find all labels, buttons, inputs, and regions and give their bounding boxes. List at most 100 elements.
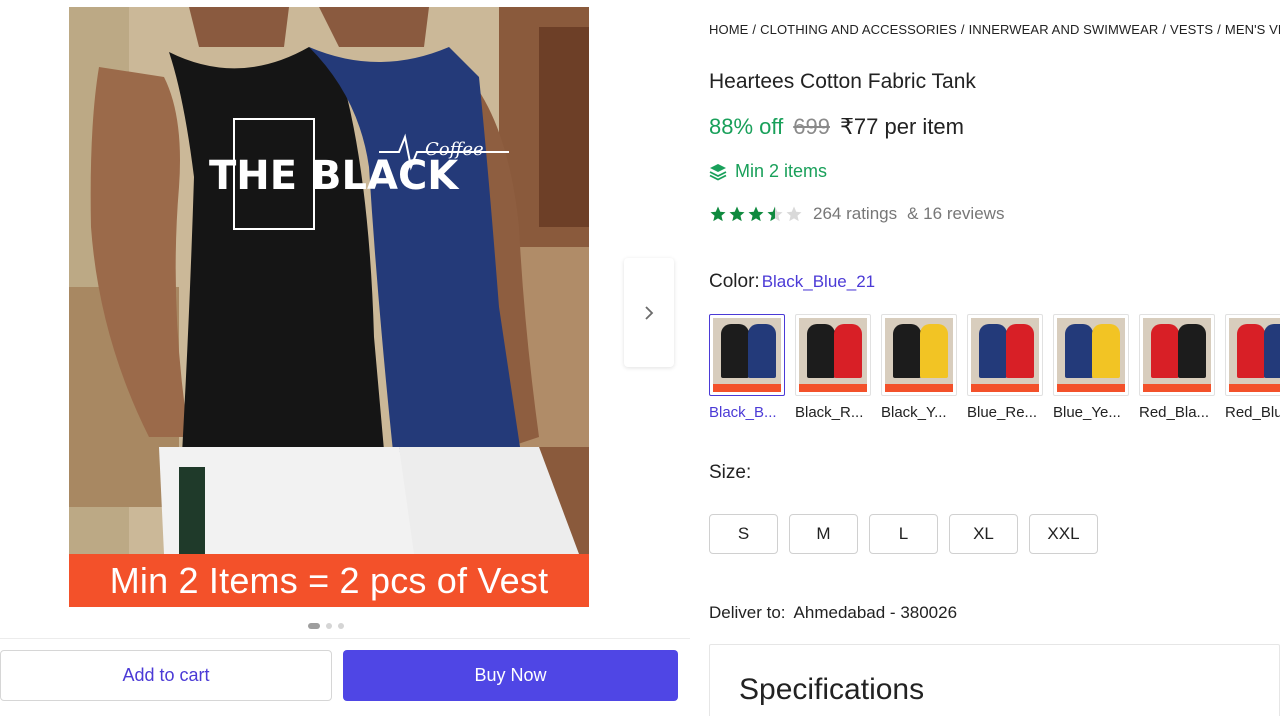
carousel-dot[interactable] [308,623,320,629]
color-label: Color: Black_Blue_21 [709,271,875,293]
color-swatch-label: Black_R... [795,404,864,421]
swatch-shirt-left [979,324,1007,378]
star-rating [709,205,803,223]
color-swatch[interactable]: Black_R... [795,314,871,421]
carousel-dot[interactable] [326,623,332,629]
product-image[interactable]: THE BLACK Coffee Min 2 Items = 2 pcs of … [69,7,589,607]
layers-icon [709,163,727,181]
color-swatch-label: Blue_Re... [967,404,1038,421]
color-swatch[interactable]: Black_Y... [881,314,957,421]
color-swatch-thumb [795,314,871,396]
swatch-shirt-right [1178,324,1206,378]
next-image-button[interactable] [624,258,674,367]
swatch-shirt-left [893,324,921,378]
star-empty-icon [786,206,802,222]
color-swatch-label: Red_Bla... [1139,404,1210,421]
size-label: Size: [709,462,752,483]
selected-color: Black_Blue_21 [761,272,876,291]
color-swatches: Black_B... Black_R... Black_Y... Blue_Re...… [709,314,1280,421]
chevron-right-icon [645,305,654,320]
size-option-button[interactable]: L [869,514,938,554]
sale-price: ₹77 per item [839,114,964,139]
size-option-button[interactable]: S [709,514,778,554]
swatch-banner-strip [713,384,781,392]
specifications-card: Specifications [709,644,1280,716]
color-swatch-image [713,318,781,392]
delivery-info[interactable]: Deliver to: Ahmedabad - 380026 [709,603,957,623]
color-swatch-label: Black_Y... [881,404,947,421]
color-swatch-image [1057,318,1125,392]
swatch-shirt-right [1264,324,1280,378]
size-option-button[interactable]: XXL [1029,514,1098,554]
product-photo: THE BLACK Coffee [69,7,589,607]
size-option-button[interactable]: M [789,514,858,554]
discount-label: 88% off [709,114,784,139]
swatch-banner-strip [1057,384,1125,392]
add-to-cart-button[interactable]: Add to cart [0,650,332,701]
rating-row[interactable]: 264 ratings & 16 reviews [709,204,1004,224]
color-swatch[interactable]: Red_Blu... [1225,314,1280,421]
breadcrumb-item[interactable]: CLOTHING AND ACCESSORIES [760,22,957,37]
color-swatch-image [971,318,1039,392]
swatch-banner-strip [1229,384,1280,392]
breadcrumb: HOME / CLOTHING AND ACCESSORIES / INNERWEAR … [709,22,1280,37]
ratings-count: 264 ratings [813,204,898,223]
color-swatch-thumb [1139,314,1215,396]
color-swatch-image [1143,318,1211,392]
specifications-title: Specifications [739,673,925,706]
delivery-location: Ahmedabad - 380026 [793,603,958,622]
star-half-icon [767,206,783,222]
color-swatch-thumb [709,314,785,396]
swatch-shirt-right [1006,324,1034,378]
swatch-shirt-right [834,324,862,378]
deliver-label: Deliver to: [709,603,786,622]
swatch-shirt-right [748,324,776,378]
star-full-icon [748,206,764,222]
color-swatch[interactable]: Red_Bla... [1139,314,1215,421]
price-row: 88% off 699 ₹77 per item [709,114,964,140]
color-swatch-label: Blue_Ye... [1053,404,1121,421]
swatch-shirt-right [920,324,948,378]
color-swatch[interactable]: Blue_Ye... [1053,314,1129,421]
size-option-button[interactable]: XL [949,514,1018,554]
color-swatch-label: Red_Blu... [1225,404,1280,421]
breadcrumb-item[interactable]: MEN'S VESTS [1225,22,1280,37]
star-full-icon [710,206,726,222]
action-bar: Add to cart Buy Now [0,638,690,716]
color-swatch-label: Black_B... [709,404,777,421]
breadcrumb-item[interactable]: VESTS [1170,22,1213,37]
image-banner: Min 2 Items = 2 pcs of Vest [69,554,589,607]
swatch-banner-strip [1143,384,1211,392]
carousel-dot[interactable] [338,623,344,629]
buy-now-button[interactable]: Buy Now [343,650,678,701]
size-options: S M L XL XXL [709,514,1098,554]
original-price: 699 [793,114,830,139]
color-swatch-thumb [881,314,957,396]
color-swatch-thumb [1053,314,1129,396]
color-swatch[interactable]: Blue_Re... [967,314,1043,421]
swatch-banner-strip [885,384,953,392]
color-swatch-image [1229,318,1280,392]
swatch-banner-strip [799,384,867,392]
color-swatch-image [799,318,867,392]
carousel-dots[interactable] [308,623,344,629]
color-swatch-thumb [1225,314,1280,396]
swatch-banner-strip [971,384,1039,392]
swatch-shirt-left [1237,324,1265,378]
breadcrumb-item[interactable]: INNERWEAR AND SWIMWEAR [969,22,1159,37]
color-label-text: Color: [709,271,760,292]
color-swatch-image [885,318,953,392]
product-title: Heartees Cotton Fabric Tank [709,70,976,93]
color-swatch-thumb [967,314,1043,396]
swatch-shirt-left [1065,324,1093,378]
color-swatch[interactable]: Black_B... [709,314,785,421]
star-full-icon [729,206,745,222]
min-items-badge: Min 2 items [709,161,827,182]
swatch-shirt-right [1092,324,1120,378]
swatch-shirt-left [807,324,835,378]
swatch-shirt-left [721,324,749,378]
print-text-right: Coffee [425,139,484,160]
breadcrumb-item[interactable]: HOME [709,22,748,37]
print-text-left: THE BLACK [209,153,460,199]
swatch-shirt-left [1151,324,1179,378]
